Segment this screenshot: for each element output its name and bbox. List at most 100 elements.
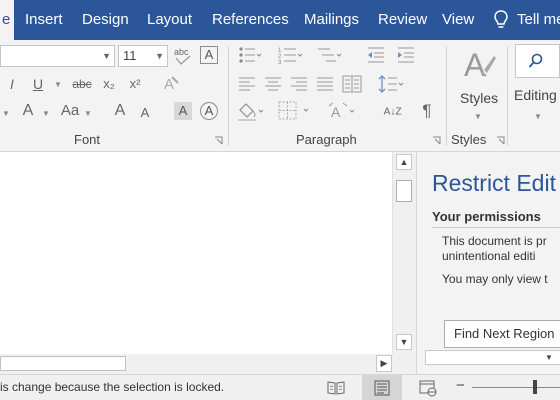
svg-text:3: 3 [278,60,282,64]
svg-text:abc: abc [174,47,189,57]
group-label-font: Font [74,132,101,147]
subscript-button[interactable]: x₂ [100,73,118,95]
font-color-button[interactable]: A [20,100,36,122]
permissions-heading: Your permissions [432,209,541,224]
dialog-launcher-icon[interactable] [432,136,441,145]
zoom-slider-thumb[interactable] [533,380,537,394]
tab-review[interactable]: Review [378,0,427,40]
chevron-down-icon: ▼ [155,51,164,61]
editing-button-label[interactable]: Editing [514,87,557,103]
search-box[interactable] [515,44,560,78]
decrease-indent-icon[interactable] [366,46,386,64]
line-spacing-icon[interactable] [378,74,404,94]
change-case-button[interactable]: Aa [58,100,82,122]
chevron-down-icon[interactable]: ▼ [2,109,10,118]
grow-font-button[interactable]: A [112,100,128,122]
group-separator [446,46,447,146]
borders-icon[interactable] [278,101,312,121]
svg-text:A: A [464,47,486,83]
styles-button-label[interactable]: Styles [460,90,498,106]
status-bar: is change because the selection is locke… [0,374,560,400]
tell-me-search[interactable]: Tell me [517,0,560,40]
text-effects-icon[interactable]: A [162,74,180,94]
restrict-editing-pane: Restrict Edit Your permissions This docu… [416,152,560,374]
bullets-icon[interactable] [238,46,262,64]
pane-title: Restrict Edit [432,170,556,196]
scroll-up-icon[interactable]: ▲ [396,154,412,170]
tab-layout[interactable]: Layout [147,0,192,40]
font-size-combo[interactable]: 11 ▼ [118,45,168,67]
font-name-combo[interactable]: ▼ [0,45,115,67]
tab-design[interactable]: Design [82,0,129,40]
lightbulb-icon[interactable] [492,9,510,31]
ribbon-tab-bar: e Insert Design Layout References Mailin… [0,0,560,40]
columns-icon[interactable] [342,75,362,93]
status-message: is change because the selection is locke… [0,380,225,394]
italic-button[interactable]: I [6,73,18,95]
document-area[interactable] [0,152,392,354]
shading-icon[interactable] [236,100,266,122]
chevron-down-icon: ▼ [102,51,111,61]
chevron-down-icon: ▼ [545,353,553,362]
scroll-down-icon[interactable]: ▼ [396,334,412,350]
permissions-text: You may only view t [442,272,548,286]
increase-indent-icon[interactable] [396,46,416,64]
sort-icon: A↓Z [383,105,402,117]
find-next-region-button[interactable]: Find Next Region [444,320,560,348]
chevron-down-icon[interactable]: ▼ [54,80,62,89]
group-label-paragraph: Paragraph [296,132,357,147]
numbering-icon[interactable]: 1 2 3 [278,46,304,64]
align-left-icon[interactable] [238,76,256,92]
tab-home[interactable]: e [0,0,14,40]
web-layout-icon[interactable] [418,379,438,397]
tab-references[interactable]: References [212,0,289,40]
read-mode-icon[interactable] [326,379,346,397]
shrink-font-button[interactable]: A [138,102,152,124]
scrollbar-corner [392,354,416,374]
sort-button[interactable]: A↓Z [382,100,402,122]
search-icon [528,53,543,68]
dialog-launcher-icon[interactable] [214,136,223,145]
multilevel-list-icon[interactable] [316,46,342,64]
show-formatting-marks-button[interactable]: ¶ [418,100,436,122]
change-case-abc-icon[interactable]: abc [172,45,194,67]
ribbon: ▼ 11 ▼ abc A I U ▼ abc x₂ x² A ▼ A ▼ Aa … [0,40,560,152]
permissions-text: This document is pr [442,234,547,248]
center-icon[interactable] [264,76,282,92]
svg-text:A: A [331,104,341,120]
print-layout-icon[interactable] [372,379,392,397]
permissions-text: unintentional editi [442,249,536,263]
scroll-thumb[interactable] [396,180,412,202]
zoom-slider-track[interactable] [472,387,560,388]
tab-insert[interactable]: Insert [25,0,63,40]
tab-mailings[interactable]: Mailings [304,0,359,40]
chevron-down-icon[interactable]: ▼ [534,112,542,121]
horizontal-scrollbar[interactable]: ▶ [0,354,392,374]
styles-icon[interactable]: A [462,46,498,86]
clear-formatting-icon[interactable]: A [200,46,218,64]
character-shading-button[interactable]: A [174,102,192,120]
justify-icon[interactable] [316,76,334,92]
scroll-right-icon[interactable]: ▶ [376,355,392,372]
enclose-characters-button[interactable]: A [200,102,218,120]
underline-button[interactable]: U [30,73,46,95]
dialog-launcher-icon[interactable] [496,136,505,145]
group-label-styles: Styles [451,132,487,147]
region-dropdown[interactable]: ▼ [425,350,560,365]
align-right-icon[interactable] [290,76,308,92]
zoom-out-button[interactable]: − [456,377,465,394]
chevron-down-icon[interactable]: ▼ [84,109,92,118]
group-separator [228,46,229,146]
asian-layout-icon[interactable]: A [328,100,358,122]
group-separator [507,46,508,146]
vertical-scrollbar[interactable]: ▲ ▼ [392,152,416,354]
divider [432,227,560,228]
strikethrough-button[interactable]: abc [70,73,94,95]
enclose-characters-glyph: A [204,103,214,118]
chevron-down-icon[interactable]: ▼ [474,112,482,121]
chevron-down-icon[interactable]: ▼ [42,109,50,118]
font-size-value: 11 [123,48,137,63]
scroll-thumb[interactable] [0,356,126,371]
superscript-button[interactable]: x² [126,73,144,95]
tab-view[interactable]: View [442,0,474,40]
